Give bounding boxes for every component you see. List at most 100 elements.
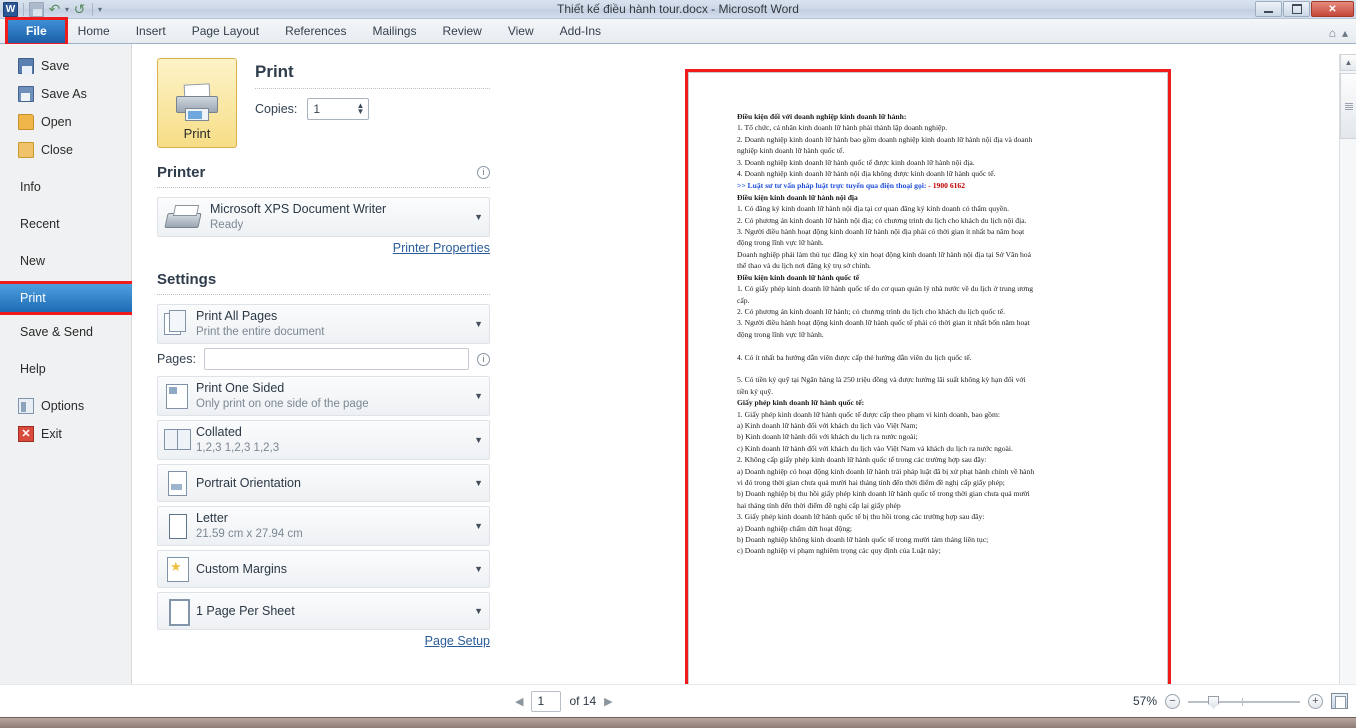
scrollbar-thumb[interactable] [1340,73,1356,139]
zoom-slider-thumb[interactable] [1208,696,1219,709]
nav-item-new[interactable]: New [0,247,131,275]
chevron-down-icon[interactable]: ▼ [468,435,483,445]
scroll-up-icon[interactable]: ▲ [1340,54,1356,71]
close-button[interactable]: ✕ [1311,1,1354,17]
nav-item-info[interactable]: Info [0,173,131,201]
chevron-down-icon[interactable]: ▼ [468,212,483,222]
divider [157,187,490,188]
redo-icon[interactable]: ↺ [72,2,87,17]
zoom-slider[interactable] [1188,694,1300,709]
zoom-level-label: 57% [1133,694,1157,708]
printer-select[interactable]: Microsoft XPS Document Writer Ready ▼ [157,197,490,237]
chevron-down-icon[interactable]: ▼ [468,521,483,531]
document-line: 3. Giấy phép kinh doanh lữ hành quốc tế … [737,511,1125,522]
tab-page-layout[interactable]: Page Layout [179,20,272,43]
customize-qat-icon[interactable]: ▾ [98,5,102,14]
print-header-row: Print Print Copies: ▲▼ [157,58,490,148]
minimize-button[interactable] [1255,1,1282,17]
printer-name: Microsoft XPS Document Writer [210,202,386,216]
nav-item-exit[interactable]: ✕ Exit [0,420,131,448]
document-line: 4. Doanh nghiệp kinh doanh lữ hành nội đ… [737,168,1125,179]
zoom-in-button[interactable]: + [1308,694,1323,709]
document-line: động trong lĩnh vực lữ hành. [737,329,1125,340]
setting-title: Custom Margins [196,562,287,576]
chevron-down-icon[interactable]: ▼ [468,391,483,401]
fit-page-icon[interactable] [1331,693,1348,709]
page-setup-link[interactable]: Page Setup [157,634,490,648]
document-line: 2. Có phương án kinh doanh lữ hành; có c… [737,306,1125,317]
current-page-input[interactable]: 1 [531,691,561,712]
document-line: động trong lĩnh vực lữ hành. [737,237,1125,248]
chevron-down-icon[interactable]: ▼ [468,319,483,329]
minimize-ribbon-icon[interactable]: ▴ [1342,26,1348,40]
nav-item-save[interactable]: Save [0,52,131,80]
print-range-select[interactable]: Print All Pages Print the entire documen… [157,304,490,344]
tab-insert[interactable]: Insert [123,20,179,43]
document-line: a) Kinh doanh lữ hành đối với khách du l… [737,420,1125,431]
taskbar[interactable] [0,717,1356,728]
previous-page-icon[interactable]: ◀ [515,695,523,708]
tab-file[interactable]: File [8,20,65,43]
pages-input[interactable] [204,348,469,370]
preview-scrollbar[interactable]: ▲ [1339,54,1356,694]
print-sides-select[interactable]: Print One Sided Only print on one side o… [157,376,490,416]
copies-stepper[interactable]: ▲▼ [307,98,369,120]
undo-dropdown-icon[interactable]: ▾ [65,5,69,14]
print-range-icon [164,310,190,338]
setting-subtitle: 1,2,3 1,2,3 1,2,3 [196,442,279,454]
backstage-nav: Save Save As Open Close Info Recent New … [0,44,132,704]
setting-subtitle: 21.59 cm x 27.94 cm [196,528,303,540]
nav-item-save-and-send[interactable]: Save & Send [0,318,131,346]
document-line: 2. Không cấp giấy phép kinh doanh lữ hàn… [737,454,1125,465]
tab-mailings[interactable]: Mailings [359,20,429,43]
pages-per-sheet-select[interactable]: 1 Page Per Sheet ▼ [157,592,490,630]
document-line: Giấy phép kinh doanh lữ hành quốc tế: [737,397,1125,408]
chevron-down-icon[interactable]: ▼ [468,478,483,488]
print-settings-panel: Print Print Copies: ▲▼ Printer i [132,44,502,704]
window-controls[interactable]: ✕ [1255,1,1354,17]
chevron-down-icon[interactable]: ▼ [468,564,483,574]
save-icon[interactable] [29,2,44,17]
document-line: Điều kiện kinh doanh lữ hành nội địa [737,192,1125,203]
tab-view[interactable]: View [495,20,547,43]
quick-access-toolbar[interactable]: W ↶ ▾ ↺ ▾ [0,2,102,17]
copies-input[interactable] [308,102,348,116]
nav-item-save-as[interactable]: Save As [0,80,131,108]
document-line: tiền ký quỹ. [737,386,1125,397]
next-page-icon[interactable]: ▶ [604,695,612,708]
nav-item-print[interactable]: Print [0,284,132,312]
orientation-icon [164,469,190,497]
orientation-select[interactable]: Portrait Orientation ▼ [157,464,490,502]
ribbon-tab-bar: File Home Insert Page Layout References … [0,19,1356,44]
restore-button[interactable] [1283,1,1310,17]
tab-add-ins[interactable]: Add-Ins [547,20,614,43]
tab-home[interactable]: Home [65,20,123,43]
tab-review[interactable]: Review [429,20,494,43]
zoom-controls: 57% − + [1133,693,1348,709]
word-logo-icon[interactable]: W [3,2,18,17]
print-button[interactable]: Print [157,58,237,148]
document-line [737,363,1125,374]
copies-spin-arrows[interactable]: ▲▼ [356,103,368,115]
undo-icon[interactable]: ↶ [47,2,62,17]
document-line: Điều kiện kinh doanh lữ hành quốc tế [737,272,1125,283]
printer-properties-link[interactable]: Printer Properties [157,241,490,255]
print-button-label: Print [184,126,211,141]
nav-item-recent[interactable]: Recent [0,210,131,238]
collation-select[interactable]: Collated 1,2,3 1,2,3 1,2,3 ▼ [157,420,490,460]
info-icon[interactable]: i [477,166,490,179]
tab-references[interactable]: References [272,20,359,43]
nav-item-close[interactable]: Close [0,136,131,164]
paper-size-select[interactable]: Letter 21.59 cm x 27.94 cm ▼ [157,506,490,546]
document-text: Điều kiện đối với doanh nghiệp kinh doan… [689,73,1167,557]
document-line: cấp. [737,295,1125,306]
margins-select[interactable]: Custom Margins ▼ [157,550,490,588]
help-icon[interactable]: ⌂ [1329,26,1336,40]
nav-item-help[interactable]: Help [0,355,131,383]
nav-item-options[interactable]: Options [0,392,131,420]
chevron-down-icon[interactable]: ▼ [468,606,483,616]
nav-item-open[interactable]: Open [0,108,131,136]
zoom-out-button[interactable]: − [1165,694,1180,709]
hotline-number: - 1900 6162 [928,181,965,190]
info-icon[interactable]: i [477,353,490,366]
